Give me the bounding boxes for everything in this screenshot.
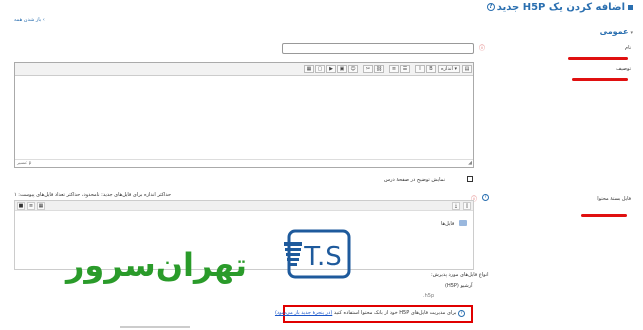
max-size-note: حداکثر اندازه برای فایل‌های جدید: نامحدو… — [14, 192, 172, 198]
image-icon[interactable]: ▣ — [337, 65, 347, 73]
accepted-types-label: انواع فایل‌های مورد پذیرش: — [431, 272, 489, 278]
section-general-header[interactable]: ▾عمومی — [600, 27, 633, 36]
description-editor[interactable]: ▤ اندازه ▾ B I ☰ ≡ ⛓ ✂ ☺ ▣ ▶ ▢ ▦ مسیر: p… — [14, 62, 474, 168]
file-manager-toolbar: ▯ ⤓ ■ ≡ ▦ — [15, 201, 473, 211]
show-description-label: نمایش توضیح در صفحهٔ درس — [384, 177, 445, 183]
help-icon[interactable]: ? — [482, 194, 489, 201]
expand-all-link[interactable]: › باز شدن همه — [14, 17, 45, 23]
editor-statusbar: مسیر: p — [15, 159, 473, 167]
package-label: فایل بستهٔ محتوا — [597, 196, 631, 202]
editor-toolbar: ▤ اندازه ▾ B I ☰ ≡ ⛓ ✂ ☺ ▣ ▶ ▢ ▦ — [15, 63, 473, 76]
folder-label[interactable]: فایل‌ها — [441, 221, 454, 227]
title-square-icon — [628, 4, 633, 10]
name-label: نام — [624, 45, 631, 51]
manage-files-icon[interactable]: ▦ — [304, 65, 314, 73]
logo-mark-icon: T.S — [284, 229, 351, 279]
bold-icon[interactable]: B — [426, 65, 436, 73]
add-file-icon[interactable]: ▯ — [463, 202, 471, 210]
show-description-checkbox[interactable] — [467, 176, 473, 182]
numbered-list-icon[interactable]: ≡ — [389, 65, 399, 73]
redaction-package — [581, 214, 627, 217]
bullet-list-icon[interactable]: ☰ — [400, 65, 410, 73]
redaction-name — [568, 57, 628, 60]
view-list-icon[interactable]: ≡ — [27, 202, 35, 210]
archive-type-label: آرشیو (H5P) — [445, 283, 473, 289]
redaction-description — [572, 78, 628, 81]
tehranserver-logo: T.S — [283, 228, 353, 280]
emoji-icon[interactable]: ☺ — [348, 65, 358, 73]
italic-icon[interactable]: I — [415, 65, 425, 73]
caret-down-icon: ▾ — [630, 30, 633, 36]
archive-extension: h5p. — [423, 293, 435, 299]
link-icon[interactable]: ⛓ — [374, 65, 384, 73]
view-tree-icon[interactable]: ▦ — [37, 202, 45, 210]
brand-name: تهران‌سرور — [66, 246, 248, 284]
content-bank-link[interactable]: (در پنجرهٔ جدید باز می‌شود) — [275, 310, 332, 316]
download-icon[interactable]: ⤓ — [452, 202, 460, 210]
view-icons-icon[interactable]: ■ — [17, 202, 25, 210]
page-title: اضافه کردن یک H5P جدید? — [486, 2, 633, 13]
content-bank-notice: ? برای مدیریت فایل‌های H5P خود از بانک م… — [275, 305, 473, 323]
file-icon[interactable]: ▢ — [315, 65, 325, 73]
help-icon[interactable]: ? — [486, 3, 495, 11]
required-icon: ⓘ — [479, 45, 486, 52]
media-icon[interactable]: ▶ — [326, 65, 336, 73]
logo-letters: T.S — [303, 242, 342, 272]
description-label: توصیف — [616, 66, 631, 72]
folder-icon — [459, 220, 467, 226]
toolbar-toggle-icon[interactable]: ▤ — [462, 65, 472, 73]
unlink-icon[interactable]: ✂ — [363, 65, 373, 73]
footer-divider — [120, 326, 190, 328]
help-icon[interactable]: ? — [458, 310, 465, 317]
resize-handle-icon[interactable]: ◢ — [468, 160, 472, 166]
name-input[interactable] — [282, 43, 474, 54]
font-size-select[interactable]: اندازه ▾ — [438, 65, 460, 73]
